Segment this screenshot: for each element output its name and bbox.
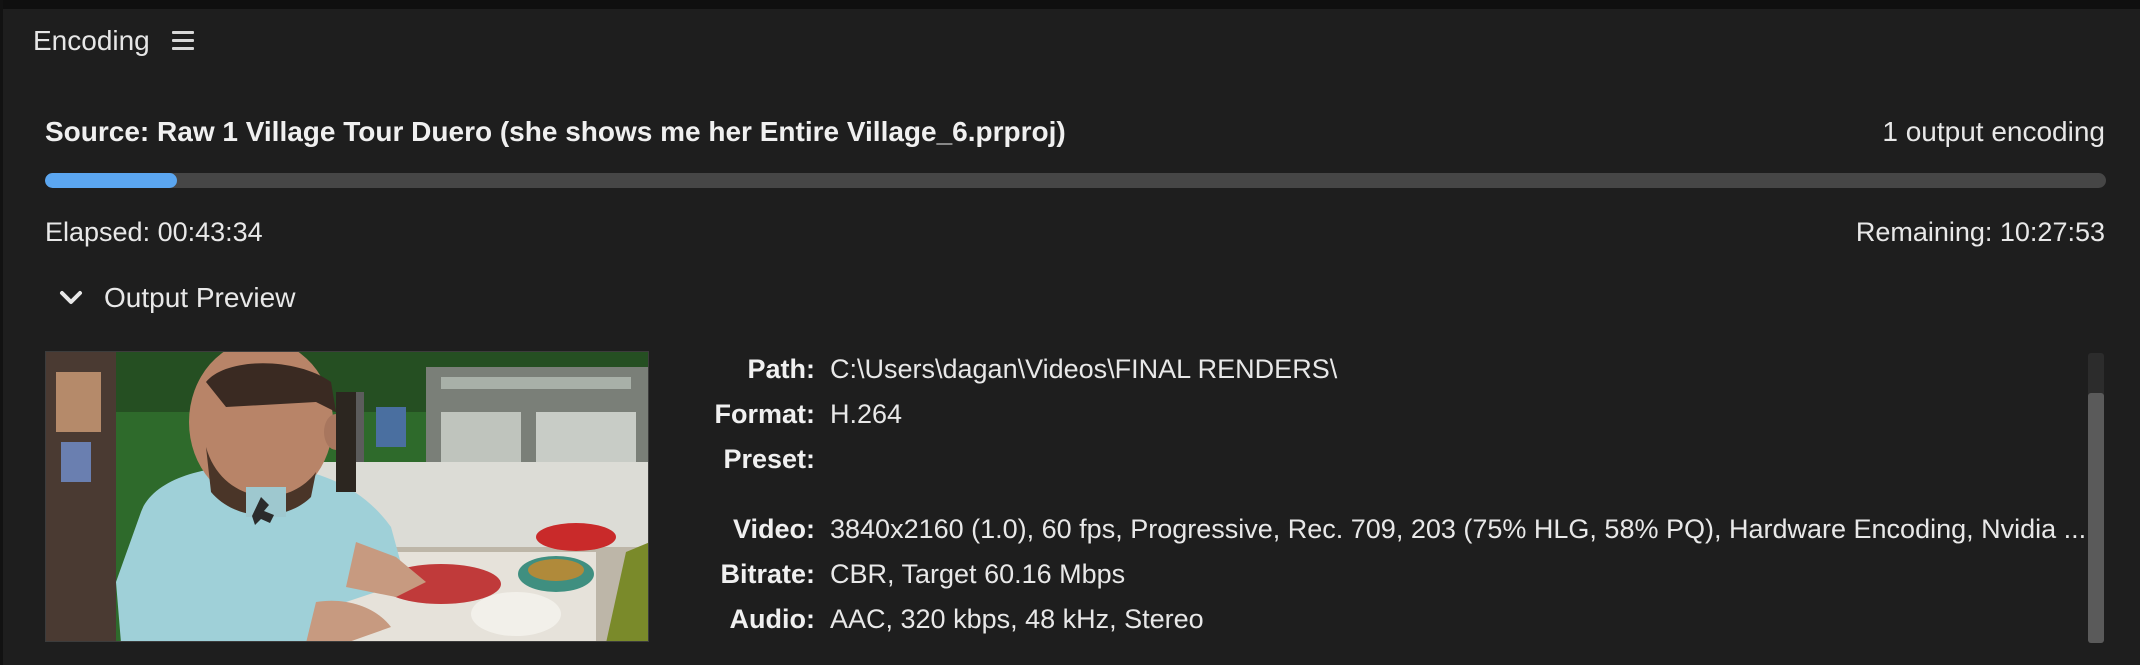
details-scrollbar-thumb[interactable] bbox=[2088, 393, 2104, 643]
hamburger-menu-icon[interactable] bbox=[172, 31, 194, 51]
output-preview-thumbnail bbox=[45, 351, 649, 642]
elapsed-time: Elapsed: 00:43:34 bbox=[45, 217, 263, 247]
encoding-progress-fill bbox=[45, 173, 177, 188]
output-preview-toggle[interactable]: Output Preview bbox=[58, 282, 295, 314]
window-top-border bbox=[0, 0, 2140, 9]
details-scrollbar[interactable] bbox=[2088, 353, 2104, 643]
audio-value: AAC, 320 kbps, 48 kHz, Stereo bbox=[830, 604, 1204, 634]
path-value: C:\Users\dagan\Videos\FINAL RENDERS\ bbox=[830, 354, 1338, 384]
video-label: Video: bbox=[732, 514, 815, 544]
format-label: Format: bbox=[714, 399, 816, 429]
source-title: Source: Raw 1 Village Tour Duero (she sh… bbox=[45, 116, 1066, 147]
format-value: H.264 bbox=[830, 399, 903, 429]
output-count-label: 1 output encoding bbox=[1882, 116, 2105, 147]
panel-tab-label: Encoding bbox=[33, 25, 150, 56]
bitrate-label: Bitrate: bbox=[720, 559, 815, 589]
remaining-time: Remaining: 10:27:53 bbox=[1855, 217, 2105, 247]
panel-tab-encoding[interactable]: Encoding bbox=[33, 25, 150, 57]
chevron-down-icon bbox=[60, 291, 82, 304]
encoding-progress-bar bbox=[45, 173, 2106, 188]
output-preview-label: Output Preview bbox=[104, 282, 296, 313]
preset-label: Preset: bbox=[723, 444, 815, 474]
video-value: 3840x2160 (1.0), 60 fps, Progressive, Re… bbox=[830, 514, 2087, 544]
bitrate-value: CBR, Target 60.16 Mbps bbox=[830, 559, 1126, 589]
path-label: Path: bbox=[747, 354, 816, 384]
preview-frame-image bbox=[46, 352, 648, 641]
audio-label: Audio: bbox=[729, 604, 815, 634]
